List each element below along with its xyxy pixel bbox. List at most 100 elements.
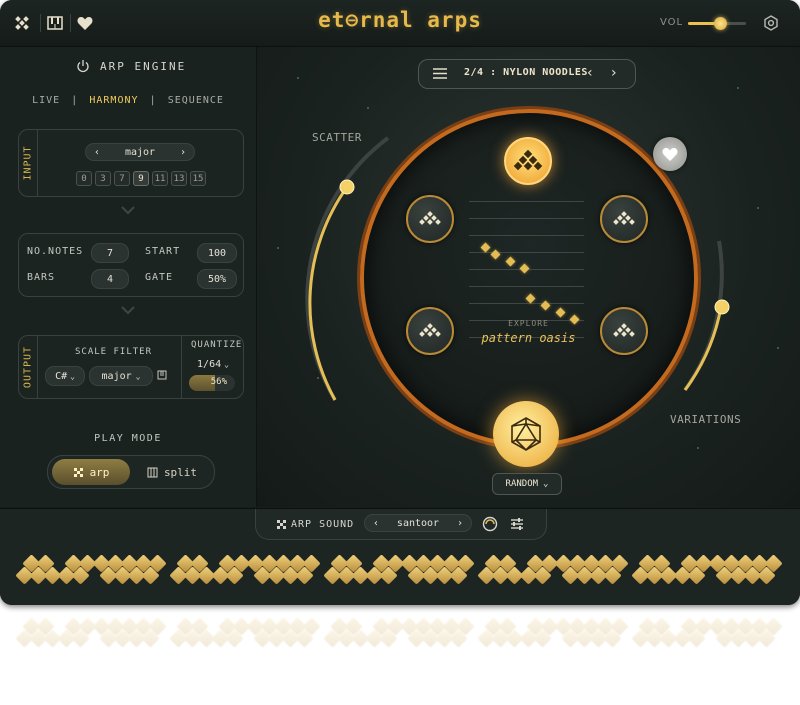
volume-slider[interactable] [688, 17, 746, 30]
key-value: C# [55, 370, 68, 382]
piano-icon[interactable] [44, 12, 66, 34]
arp-icon [277, 520, 286, 529]
settings-icon[interactable] [760, 12, 782, 34]
pattern-icon [419, 211, 441, 225]
key-selector[interactable]: C# ⌄ [45, 366, 85, 386]
input-panel: INPUT ‹ major › 0 3 7 9 11 13 15 [18, 129, 244, 197]
reflection-tiles [15, 616, 788, 656]
input-scale-selector[interactable]: ‹ major › [85, 143, 195, 161]
mode-separator: | [71, 95, 79, 106]
chevron-down-icon: ⌄ [135, 371, 141, 381]
note-toggle[interactable]: 9 [133, 171, 149, 186]
pattern-note [519, 263, 530, 274]
chevron-left-icon[interactable]: ‹ [94, 147, 100, 158]
pattern-icon [513, 149, 543, 171]
note-toggle[interactable]: 13 [171, 171, 187, 186]
top-bar: et⊖rnal arps VOL [0, 0, 800, 47]
tab-sequence[interactable]: SEQUENCE [168, 95, 224, 106]
randomize-button[interactable] [493, 401, 559, 467]
dial-icon[interactable] [482, 516, 498, 532]
note-toggle[interactable]: 11 [152, 171, 168, 186]
quantize-selector[interactable]: 1/64 ⌄ [189, 355, 237, 373]
dice-icon [511, 417, 541, 451]
output-scale-value: major [101, 370, 132, 382]
play-mode-split-button[interactable]: split [134, 459, 210, 485]
split-label: split [163, 465, 198, 479]
connector-arrow-icon [121, 306, 135, 315]
arp-sound-label: ARP SOUND [291, 519, 355, 530]
mode-separator: | [149, 95, 157, 106]
input-scale-value: major [124, 146, 156, 158]
power-icon[interactable] [76, 59, 90, 73]
heart-icon[interactable] [74, 12, 96, 34]
favorite-button[interactable] [653, 137, 687, 171]
chevron-left-icon[interactable]: ‹ [373, 518, 379, 529]
output-tab-label: OUTPUT [22, 345, 34, 389]
volume-label: VOL [660, 17, 684, 28]
note-toggle[interactable]: 15 [190, 171, 206, 186]
connector-arrow-icon [121, 206, 135, 215]
volume-knob[interactable] [713, 17, 727, 30]
grid-line [469, 218, 584, 219]
input-tab: INPUT [19, 130, 38, 196]
start-value[interactable]: 100 [197, 243, 237, 263]
no-notes-value[interactable]: 7 [91, 243, 129, 263]
sound-selector[interactable]: ‹ santoor › [364, 514, 472, 532]
note-toggle[interactable]: 3 [95, 171, 111, 186]
output-scale-selector[interactable]: major ⌄ [89, 366, 153, 386]
reflection [0, 612, 800, 705]
play-mode-label: PLAY MODE [94, 433, 162, 444]
pattern-note [480, 242, 491, 253]
scatter-arc-fill [308, 186, 349, 401]
quantize-amount-slider[interactable]: 56% [189, 375, 235, 391]
pattern-note [505, 256, 516, 267]
chevron-down-icon: ⌄ [224, 359, 229, 369]
pattern-note [555, 307, 566, 318]
keyboard-icon[interactable] [157, 370, 167, 380]
arp-label: arp [89, 465, 110, 479]
quantize-amount-value: 56% [210, 377, 227, 387]
pattern-icon [613, 211, 635, 225]
variations-knob[interactable] [714, 299, 730, 315]
divider [181, 336, 182, 398]
variations-label: VARIATIONS [670, 413, 742, 426]
chevron-right-icon[interactable]: › [180, 147, 186, 158]
bars-value[interactable]: 4 [91, 269, 129, 289]
gate-value[interactable]: 50% [197, 269, 237, 289]
sliders-icon[interactable] [510, 517, 524, 531]
pattern-name: pattern oasis [481, 331, 576, 345]
tab-live[interactable]: LIVE [32, 95, 60, 106]
pattern-pad-upper-left[interactable] [406, 195, 454, 243]
pattern-pad-upper-right[interactable] [600, 195, 648, 243]
divider [70, 14, 71, 32]
split-icon [147, 467, 158, 477]
pattern-pad-top[interactable] [504, 137, 552, 185]
bars-label: BARS [27, 272, 56, 283]
grid-line [469, 201, 584, 202]
grid-line [469, 252, 584, 253]
app-title: et⊖rnal arps [318, 8, 482, 32]
divider [40, 14, 41, 32]
tab-harmony[interactable]: HARMONY [89, 95, 138, 106]
params-panel: NO.NOTES 7 START 100 BARS 4 GATE 50% [18, 233, 244, 297]
heart-icon [662, 147, 678, 161]
pattern-note [525, 293, 536, 304]
start-label: START [145, 246, 181, 257]
quantize-label: QUANTIZE [191, 340, 243, 350]
scatter-knob[interactable] [339, 179, 355, 195]
no-notes-label: NO.NOTES [27, 246, 84, 257]
play-mode-toggle: arp split [47, 455, 215, 489]
scatter-label: SCATTER [312, 131, 362, 144]
note-toggle[interactable]: 0 [76, 171, 92, 186]
logo-icon[interactable] [12, 12, 34, 34]
left-panel: ARP ENGINE LIVE | HARMONY | SEQUENCE INP… [0, 47, 257, 507]
scale-filter-label: SCALE FILTER [75, 347, 153, 357]
random-mode-dropdown[interactable]: RANDOM ⌄ [492, 473, 562, 495]
mode-tabs: LIVE | HARMONY | SEQUENCE [0, 88, 256, 107]
play-mode-arp-button[interactable]: arp [52, 459, 130, 485]
note-toggle[interactable]: 7 [114, 171, 130, 186]
chevron-right-icon[interactable]: › [457, 518, 463, 529]
grid-line [469, 286, 584, 287]
pattern-circle [360, 109, 698, 447]
arp-sound-bar: ARP SOUND ‹ santoor › [255, 509, 547, 540]
